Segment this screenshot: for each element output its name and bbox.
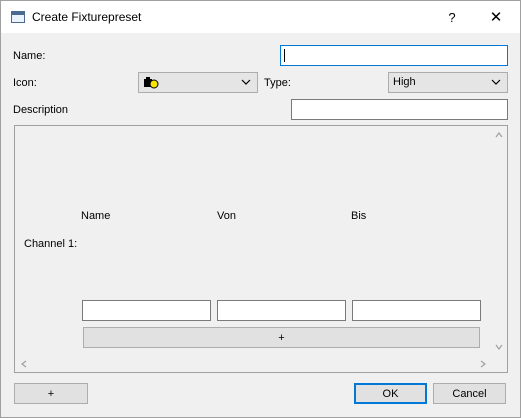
scroll-left-icon[interactable] (15, 355, 32, 372)
description-label: Description (13, 104, 69, 116)
scroll-right-icon[interactable] (474, 355, 491, 372)
ok-button[interactable]: OK (354, 383, 427, 404)
channel-von-input[interactable] (217, 300, 346, 321)
scroll-down-icon[interactable] (490, 338, 507, 355)
channel-bis-input[interactable] (352, 300, 481, 321)
title-bar[interactable]: Create Fixturepreset ? ✕ (1, 1, 520, 33)
column-header-name: Name (81, 210, 111, 222)
cancel-button[interactable]: Cancel (433, 383, 506, 404)
close-button[interactable]: ✕ (473, 1, 519, 33)
icon-label: Icon: (13, 77, 37, 89)
chevron-down-icon (241, 79, 251, 85)
name-label: Name: (13, 50, 46, 62)
horizontal-scrollbar[interactable] (15, 355, 491, 372)
chevron-down-icon (491, 79, 501, 85)
bulb-icon (144, 77, 159, 89)
channel-name-input[interactable] (82, 300, 211, 321)
column-header-bis: Bis (351, 210, 367, 222)
window-title: Create Fixturepreset (32, 10, 142, 24)
add-channel-button[interactable]: + (83, 327, 480, 348)
scroll-up-icon[interactable] (490, 126, 507, 143)
window-icon (11, 11, 25, 23)
name-input[interactable] (280, 45, 508, 66)
text-caret (284, 49, 285, 62)
column-header-von: Von (217, 210, 236, 222)
description-input[interactable] (291, 99, 508, 120)
channels-scroll-area[interactable]: Name Von Bis Channel 1: + (14, 125, 508, 373)
type-select[interactable]: High (388, 72, 508, 93)
help-button[interactable]: ? (429, 1, 475, 33)
type-label: Type: (264, 77, 291, 89)
scroll-corner (490, 355, 507, 372)
icon-select[interactable] (138, 72, 258, 93)
create-fixturepreset-dialog: Create Fixturepreset ? ✕ Name: Icon: Typ… (0, 0, 521, 418)
vertical-scrollbar[interactable] (490, 126, 507, 355)
type-select-value: High (393, 76, 416, 88)
channel-row-label: Channel 1: (24, 238, 78, 250)
add-preset-button[interactable]: + (14, 383, 88, 404)
